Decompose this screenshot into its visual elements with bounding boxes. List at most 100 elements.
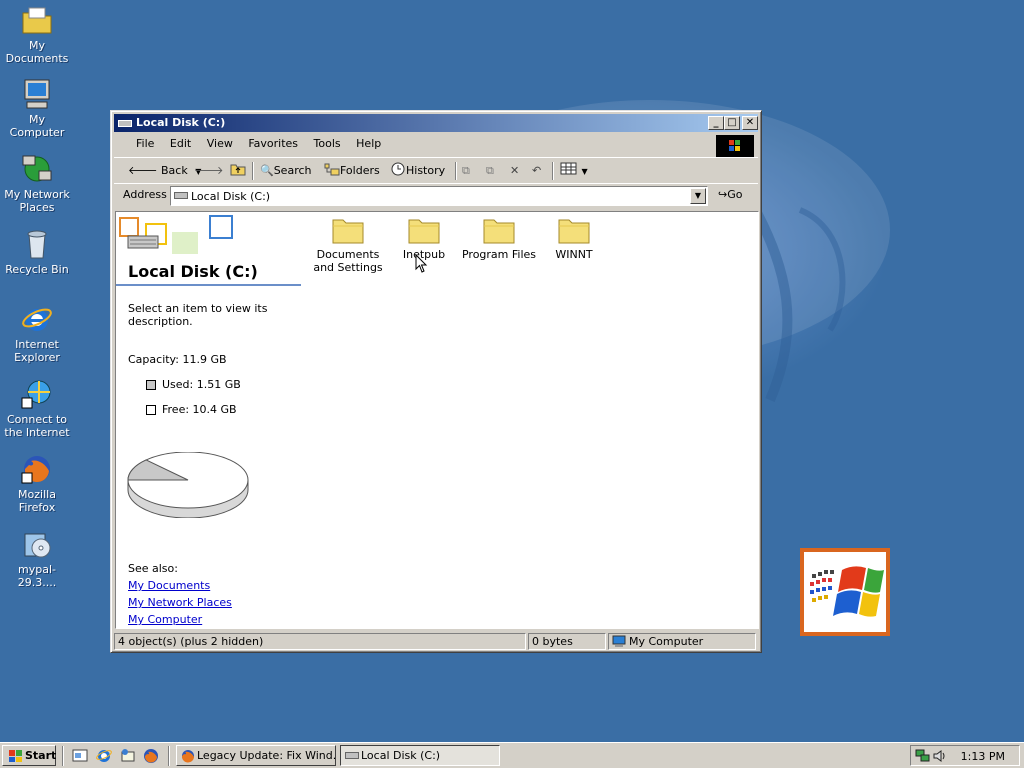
close-button[interactable]: ✕ (742, 116, 758, 130)
minimize-button[interactable]: _ (708, 116, 724, 130)
desktop-icon-label: My Computer (9, 113, 65, 139)
history-label: History (406, 164, 446, 177)
chevron-down-icon: ▼ (581, 167, 588, 176)
volume-speaker-icon[interactable] (933, 749, 947, 763)
address-bar: Address Local Disk (C:) ▼ ↪Go (114, 183, 758, 208)
desktop-icon-mozilla-firefox[interactable]: Mozilla Firefox (0, 453, 74, 514)
outlook-icon (121, 749, 135, 762)
folder-icon (408, 216, 440, 244)
link-my-computer[interactable]: My Computer (128, 613, 202, 626)
desktop-icon-my-documents[interactable]: My Documents (0, 4, 74, 65)
views-grid-icon (560, 162, 577, 175)
explorer-window[interactable]: Local Disk (C:) _ □ ✕ File Edit View Fav… (110, 110, 762, 653)
network-icon (21, 153, 53, 185)
go-label: Go (727, 188, 743, 201)
computer-icon (612, 635, 626, 649)
windows-flag-icon (810, 566, 884, 617)
free-legend: Free: 10.4 GB (146, 403, 237, 416)
recycle-bin-icon (21, 228, 53, 260)
delete-button[interactable]: ✕ (510, 161, 519, 181)
back-arrow-icon: 🡐 (128, 164, 158, 177)
menu-tools[interactable]: Tools (308, 134, 347, 154)
ie-icon (21, 303, 53, 335)
ie-icon (96, 750, 112, 762)
go-button[interactable]: ↪Go (718, 188, 742, 201)
link-my-documents[interactable]: My Documents (128, 579, 210, 592)
status-zone: My Computer (608, 633, 756, 650)
firefox-icon (181, 750, 194, 763)
folder-view[interactable]: Local Disk (C:) Select an item to view i… (115, 211, 759, 629)
quicklaunch-show-desktop[interactable] (72, 748, 88, 767)
disk-usage-pie (127, 452, 249, 518)
move-to-icon: ⧉ (462, 164, 470, 177)
throbber-logo (716, 135, 754, 157)
task-label: Local Disk (C:) (361, 749, 441, 762)
quicklaunch-outlook[interactable] (120, 748, 136, 767)
toolbar-separator (552, 162, 554, 180)
desktop-icon-label: Mozilla Firefox (18, 488, 56, 514)
drive-icon (345, 752, 359, 759)
menu-favorites[interactable]: Favorites (242, 134, 304, 154)
title-bar[interactable]: Local Disk (C:) _ □ ✕ (114, 114, 758, 132)
folders-label: Folders (340, 164, 380, 177)
desktop-icon-my-computer[interactable]: My Computer (0, 78, 74, 139)
history-button[interactable]: History (390, 161, 445, 181)
link-my-network-places[interactable]: My Network Places (128, 596, 232, 609)
desktop-icon-label: My Network Places (4, 188, 70, 214)
address-dropdown-button[interactable]: ▼ (690, 188, 706, 204)
desktop-icon-connect-to-internet[interactable]: Connect to the Internet (0, 378, 74, 439)
move-to-button[interactable]: ⧉ (462, 161, 470, 181)
pane-divider (116, 284, 301, 286)
undo-button[interactable]: ↶ (532, 161, 541, 181)
connect-icon (21, 378, 53, 410)
search-label: Search (273, 164, 312, 177)
search-icon: 🔍 (260, 164, 274, 177)
used-swatch (146, 380, 156, 390)
menu-help[interactable]: Help (350, 134, 387, 154)
up-folder-button[interactable] (230, 161, 246, 181)
maximize-button[interactable]: □ (724, 116, 740, 130)
menu-file[interactable]: File (130, 134, 160, 154)
quicklaunch-firefox[interactable] (143, 748, 159, 767)
address-input[interactable]: Local Disk (C:) ▼ (170, 186, 708, 206)
toolbar-separator (252, 162, 254, 180)
up-folder-icon (230, 164, 246, 176)
drive-icon (174, 192, 188, 199)
desktop-icon-my-network-places[interactable]: My Network Places (0, 153, 74, 214)
windows-flag-icon (729, 140, 740, 151)
taskbar: Start Legacy Update: Fix Wind... Local D… (0, 742, 1024, 768)
menu-view[interactable]: View (201, 134, 239, 154)
menu-edit[interactable]: Edit (164, 134, 197, 154)
go-arrow-icon: ↪ (718, 188, 728, 201)
copy-to-button[interactable]: ⧉ (486, 161, 494, 181)
folder-program-files[interactable]: Program Files (461, 216, 537, 261)
clock[interactable]: 1:13 PM (961, 750, 1005, 763)
computer-icon (21, 78, 53, 110)
back-button[interactable]: 🡐 Back ▼ (128, 161, 201, 181)
desktop-icon-mypal-installer[interactable]: mypal-29.3.... (0, 528, 74, 589)
folder-documents-and-settings[interactable]: Documents and Settings (310, 216, 386, 274)
chevron-down-icon: ▼ (694, 191, 702, 200)
web-view-pane: Local Disk (C:) Select an item to view i… (116, 212, 301, 628)
desktop-icon-internet-explorer[interactable]: Internet Explorer (0, 303, 74, 364)
toolbar-separator (455, 162, 457, 180)
used-legend: Used: 1.51 GB (146, 378, 241, 391)
taskbar-button-local-disk[interactable]: Local Disk (C:) (340, 745, 500, 766)
history-icon (391, 162, 405, 176)
pane-title: Local Disk (C:) (128, 262, 258, 281)
back-label: Back (161, 164, 188, 177)
quicklaunch-internet-explorer[interactable] (96, 748, 112, 767)
forward-arrow-icon: 🡒 (194, 164, 224, 177)
status-bar: 4 object(s) (plus 2 hidden) 0 bytes My C… (114, 632, 758, 651)
desktop-icon-recycle-bin[interactable]: Recycle Bin (0, 228, 74, 276)
views-button[interactable]: ▼ (560, 161, 588, 181)
see-also-label: See also: (128, 562, 178, 575)
taskbar-separator (168, 746, 170, 766)
taskbar-button-legacy-update[interactable]: Legacy Update: Fix Wind... (176, 745, 336, 766)
search-button[interactable]: 🔍Search (260, 161, 312, 181)
start-button[interactable]: Start (2, 745, 56, 766)
network-tray-icon[interactable] (915, 749, 931, 763)
folders-button[interactable]: Folders (324, 161, 380, 181)
folder-winnt[interactable]: WINNT (536, 216, 612, 261)
desktop-icon-label: Connect to the Internet (4, 413, 70, 439)
